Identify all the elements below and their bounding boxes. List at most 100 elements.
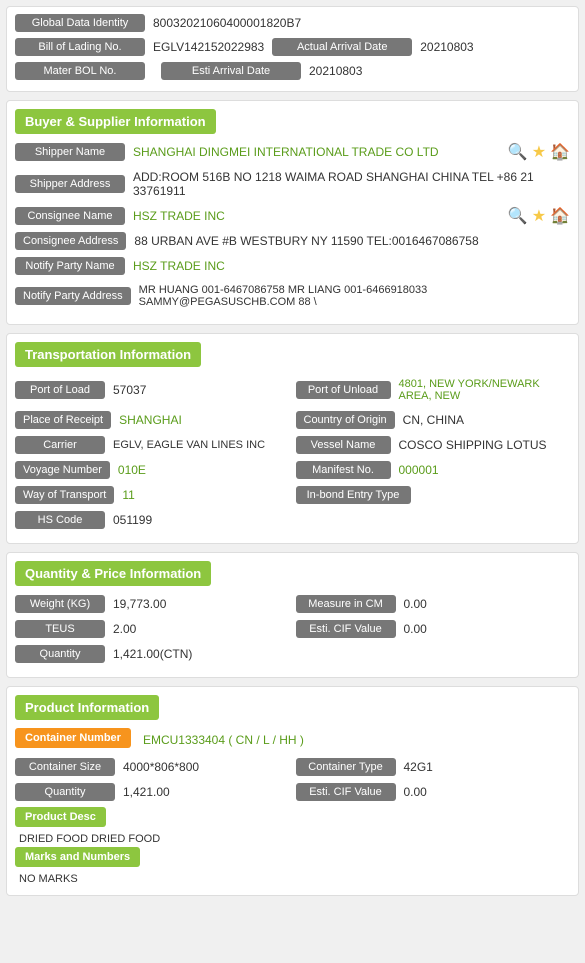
consignee-name-value: HSZ TRADE INC — [125, 206, 504, 226]
shipper-name-label: Shipper Name — [15, 143, 125, 161]
buyer-supplier-section: Buyer & Supplier Information Shipper Nam… — [6, 100, 579, 325]
weight-label: Weight (KG) — [15, 595, 105, 613]
container-type-label: Container Type — [296, 758, 396, 776]
home-icon[interactable]: 🏠 — [550, 142, 570, 162]
product-quantity-label: Quantity — [15, 783, 115, 801]
port-unload-value: 4801, NEW YORK/NEWARK AREA, NEW — [391, 375, 571, 405]
buyer-supplier-title: Buyer & Supplier Information — [15, 109, 216, 134]
container-number-button[interactable]: Container Number — [15, 728, 131, 748]
quantity-price-header: Quantity & Price Information — [15, 561, 570, 594]
voyage-number-row: Voyage Number 010E — [15, 460, 290, 480]
inbond-row: In-bond Entry Type — [296, 485, 571, 505]
home-icon-2[interactable]: 🏠 — [550, 206, 570, 226]
product-quantity-value: 1,421.00 — [115, 782, 290, 802]
star-icon-2[interactable]: ★ — [532, 206, 546, 226]
weight-row: Weight (KG) 19,773.00 — [15, 594, 290, 614]
buyer-supplier-header: Buyer & Supplier Information — [15, 109, 570, 142]
quantity-label: Quantity — [15, 645, 105, 663]
country-origin-label: Country of Origin — [296, 411, 395, 429]
container-type-value: 42G1 — [396, 757, 571, 777]
manifest-no-row: Manifest No. 000001 — [296, 460, 571, 480]
esti-cif-row: Esti. CIF Value 0.00 — [296, 619, 571, 639]
arrival-label: Actual Arrival Date — [272, 38, 412, 56]
manifest-no-label: Manifest No. — [296, 461, 391, 479]
vessel-name-label: Vessel Name — [296, 436, 391, 454]
port-unload-label: Port of Unload — [296, 381, 391, 399]
quantity-value: 1,421.00(CTN) — [105, 644, 570, 664]
carrier-label: Carrier — [15, 436, 105, 454]
esti-cif-value: 0.00 — [396, 619, 571, 639]
consignee-address-row: Consignee Address 88 URBAN AVE #B WESTBU… — [15, 231, 570, 251]
container-type-row: Container Type 42G1 — [296, 757, 571, 777]
container-number-row: Container Number EMCU1333404 ( CN / L / … — [15, 728, 570, 752]
notify-party-address-value: MR HUANG 001-6467086758 MR LIANG 001-646… — [131, 281, 570, 311]
notify-party-name-label: Notify Party Name — [15, 257, 125, 275]
country-origin-value: CN, CHINA — [395, 410, 570, 430]
weight-value: 19,773.00 — [105, 594, 290, 614]
country-origin-row: Country of Origin CN, CHINA — [296, 410, 571, 430]
place-receipt-value: SHANGHAI — [111, 410, 289, 430]
vessel-name-row: Vessel Name COSCO SHIPPING LOTUS — [296, 435, 571, 455]
carrier-vessel-row: Carrier EGLV, EAGLE VAN LINES INC Vessel… — [15, 435, 570, 460]
marks-numbers-button[interactable]: Marks and Numbers — [15, 847, 140, 867]
way-transport-label: Way of Transport — [15, 486, 114, 504]
teus-value: 2.00 — [105, 619, 290, 639]
teus-row: TEUS 2.00 — [15, 619, 290, 639]
hs-code-value: 051199 — [105, 510, 570, 530]
container-number-value: EMCU1333404 ( CN / L / HH ) — [135, 730, 570, 750]
measure-value: 0.00 — [396, 594, 571, 614]
consignee-name-row: Consignee Name HSZ TRADE INC 🔍 ★ 🏠 — [15, 206, 570, 226]
shipper-name-value: SHANGHAI DINGMEI INTERNATIONAL TRADE CO … — [125, 142, 504, 162]
notify-party-address-row: Notify Party Address MR HUANG 001-646708… — [15, 281, 570, 311]
product-quantity-row: Quantity 1,421.00 — [15, 782, 290, 802]
inbond-label: In-bond Entry Type — [296, 486, 411, 504]
quantity-price-section: Quantity & Price Information Weight (KG)… — [6, 552, 579, 678]
notify-party-name-row: Notify Party Name HSZ TRADE INC — [15, 256, 570, 276]
port-load-label: Port of Load — [15, 381, 105, 399]
hs-code-label: HS Code — [15, 511, 105, 529]
transportation-header: Transportation Information — [15, 342, 570, 375]
bol-row: Bill of Lading No. EGLV142152022983 Actu… — [15, 37, 570, 57]
bol-value: EGLV142152022983 — [145, 37, 272, 57]
search-icon-2[interactable]: 🔍 — [508, 206, 528, 226]
place-receipt-row: Place of Receipt SHANGHAI — [15, 410, 290, 430]
hs-code-row: HS Code 051199 — [15, 510, 570, 530]
port-load-value: 57037 — [105, 380, 290, 400]
product-esti-cif-value: 0.00 — [396, 782, 571, 802]
star-icon[interactable]: ★ — [532, 142, 546, 162]
bol-label: Bill of Lading No. — [15, 38, 145, 56]
arrival-value: 20210803 — [412, 37, 481, 57]
global-row: Global Data Identity 8003202106040000182… — [15, 13, 570, 33]
mater-value — [145, 68, 161, 74]
container-size-type-row: Container Size 4000*806*800 Container Ty… — [15, 757, 570, 782]
voyage-number-label: Voyage Number — [15, 461, 110, 479]
weight-measure-row: Weight (KG) 19,773.00 Measure in CM 0.00 — [15, 594, 570, 619]
vessel-name-value: COSCO SHIPPING LOTUS — [391, 435, 571, 455]
product-header: Product Information — [15, 695, 570, 728]
voyage-number-value: 010E — [110, 460, 290, 480]
way-transport-value: 11 — [114, 485, 289, 505]
mater-label: Mater BOL No. — [15, 62, 145, 80]
marks-numbers-section: Marks and Numbers NO MARKS — [15, 847, 570, 887]
esti-label: Esti Arrival Date — [161, 62, 301, 80]
port-row: Port of Load 57037 Port of Unload 4801, … — [15, 375, 570, 410]
esti-value: 20210803 — [301, 61, 370, 81]
place-country-row: Place of Receipt SHANGHAI Country of Ori… — [15, 410, 570, 435]
carrier-row: Carrier EGLV, EAGLE VAN LINES INC — [15, 435, 290, 455]
container-size-value: 4000*806*800 — [115, 757, 290, 777]
port-unload-row: Port of Unload 4801, NEW YORK/NEWARK ARE… — [296, 375, 571, 405]
product-section: Product Information Container Number EMC… — [6, 686, 579, 896]
shipper-name-icons: 🔍 ★ 🏠 — [508, 142, 570, 162]
search-icon[interactable]: 🔍 — [508, 142, 528, 162]
measure-row: Measure in CM 0.00 — [296, 594, 571, 614]
consignee-name-icons: 🔍 ★ 🏠 — [508, 206, 570, 226]
transportation-section: Transportation Information Port of Load … — [6, 333, 579, 544]
global-label: Global Data Identity — [15, 14, 145, 32]
product-esti-cif-row: Esti. CIF Value 0.00 — [296, 782, 571, 802]
product-desc-button[interactable]: Product Desc — [15, 807, 106, 827]
carrier-value: EGLV, EAGLE VAN LINES INC — [105, 436, 290, 454]
notify-party-name-value: HSZ TRADE INC — [125, 256, 570, 276]
quantity-row: Quantity 1,421.00(CTN) — [15, 644, 570, 664]
voyage-manifest-row: Voyage Number 010E Manifest No. 000001 — [15, 460, 570, 485]
consignee-address-label: Consignee Address — [15, 232, 126, 250]
